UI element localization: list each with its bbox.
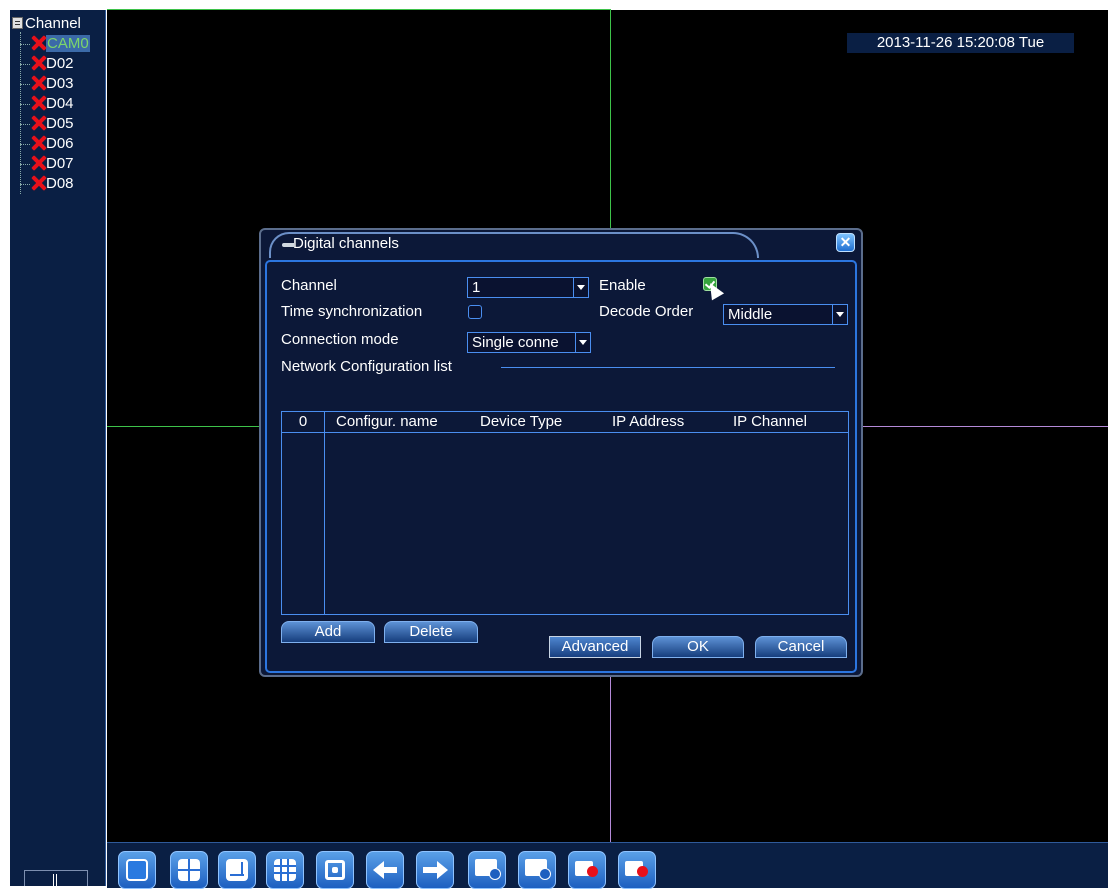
previous-button[interactable] [366, 851, 404, 889]
record-stop-button[interactable] [618, 851, 656, 889]
single-view-button[interactable] [118, 851, 156, 889]
section-divider [501, 367, 835, 368]
tree-item-label: CAM0 [46, 35, 90, 52]
stop-playback-button[interactable] [518, 851, 556, 889]
dialog-title-bar: Digital channels [269, 232, 759, 258]
grid-line-horizontal-right [863, 426, 1108, 427]
column-header-ip-channel: IP Channel [733, 413, 807, 430]
chevron-down-icon [832, 305, 847, 324]
time-sync-label: Time synchronization [281, 303, 423, 320]
tree-item-label: D05 [46, 115, 74, 132]
tree-item-d02[interactable]: D02 [20, 54, 74, 74]
column-header-device-type: Device Type [480, 413, 563, 430]
column-header-config-name: Configur. name [336, 413, 438, 430]
record-stop-icon [625, 861, 648, 877]
channel-tree-root-label: Channel [25, 15, 81, 32]
bottom-toolbar [107, 842, 1108, 889]
channel-label: Channel [281, 277, 337, 294]
multi-view-button[interactable] [218, 851, 256, 889]
disconnected-x-icon [30, 135, 46, 151]
disconnected-x-icon [30, 175, 46, 191]
disconnected-x-icon [30, 55, 46, 71]
delete-button[interactable]: Delete [384, 621, 478, 643]
channel-tree-panel: Channel CAM0 D02 D03 D04 D05 D06 D07 D08 [10, 10, 106, 887]
grid-line-vertical-lower [610, 677, 611, 842]
add-button[interactable]: Add [281, 621, 375, 643]
grid-line-top-left [107, 9, 611, 10]
disconnected-x-icon [30, 155, 46, 171]
fullscreen-button[interactable] [316, 851, 354, 889]
column-header-index: 0 [298, 413, 308, 430]
network-config-list-title: Network Configuration list [281, 358, 452, 375]
advanced-button[interactable]: Advanced [549, 636, 641, 658]
close-icon: ✕ [839, 234, 852, 250]
quad-view-icon [178, 859, 200, 881]
connection-mode-value: Single conne [472, 334, 559, 351]
tree-item-label: D07 [46, 155, 74, 172]
tree-item-label: D04 [46, 95, 74, 112]
digital-channels-dialog: Digital channels ✕ Channel 1 Enable Time… [259, 228, 863, 677]
network-config-table[interactable]: 0 Configur. name Device Type IP Address … [281, 411, 849, 615]
tree-item-d03[interactable]: D03 [20, 74, 74, 94]
playback-icon [475, 859, 501, 880]
decode-order-label: Decode Order [599, 303, 694, 320]
dialog-title: Digital channels [293, 235, 399, 252]
chevron-down-icon [573, 278, 588, 297]
tree-item-d06[interactable]: D06 [20, 134, 74, 154]
close-button[interactable]: ✕ [836, 233, 855, 252]
tree-item-d07[interactable]: D07 [20, 154, 74, 174]
disconnected-x-icon [30, 75, 46, 91]
record-start-button[interactable] [568, 851, 606, 889]
decode-order-select[interactable]: Middle [723, 304, 848, 325]
grid-line-vertical-upper [610, 10, 611, 232]
nine-grid-button[interactable] [266, 851, 304, 889]
nine-grid-icon [274, 859, 296, 881]
channel-tree-root[interactable]: Channel [12, 16, 81, 32]
connection-mode-select[interactable]: Single conne [467, 332, 591, 353]
chevron-down-icon [575, 333, 590, 352]
cancel-button[interactable]: Cancel [755, 636, 847, 658]
channel-select[interactable]: 1 [467, 277, 589, 298]
fullscreen-icon [325, 860, 345, 880]
time-sync-checkbox[interactable] [468, 305, 482, 319]
list-icon [12, 17, 23, 29]
dvr-screen: Channel CAM0 D02 D03 D04 D05 D06 D07 D08 [0, 0, 1108, 889]
record-start-icon [575, 861, 598, 877]
ok-button[interactable]: OK [652, 636, 744, 658]
connection-mode-label: Connection mode [281, 331, 399, 348]
next-button[interactable] [416, 851, 454, 889]
tree-item-d05[interactable]: D05 [20, 114, 74, 134]
channel-select-value: 1 [472, 279, 481, 296]
sidebar-scrollbar-handle[interactable] [24, 870, 88, 887]
tree-item-label: D06 [46, 135, 74, 152]
multi-view-icon [226, 859, 248, 881]
tree-item-label: D08 [46, 175, 74, 192]
quad-view-button[interactable] [170, 851, 208, 889]
column-header-ip-address: IP Address [612, 413, 685, 430]
disconnected-x-icon [30, 115, 46, 131]
disconnected-x-icon [30, 95, 46, 111]
playback-button[interactable] [468, 851, 506, 889]
tree-item-d04[interactable]: D04 [20, 94, 74, 114]
single-view-icon [126, 859, 148, 881]
grid-line-horizontal-left [107, 426, 259, 427]
disconnected-x-icon [30, 35, 46, 51]
timestamp-overlay: 2013-11-26 15:20:08 Tue [847, 33, 1074, 53]
enable-label: Enable [599, 277, 646, 294]
next-icon [437, 861, 448, 879]
dialog-body: Channel 1 Enable Time synchronization De… [265, 260, 857, 673]
tree-item-cam0[interactable]: CAM0 [20, 34, 90, 54]
stop-playback-icon [525, 859, 551, 880]
tree-item-label: D03 [46, 75, 74, 92]
tree-item-label: D02 [46, 55, 74, 72]
tree-item-d08[interactable]: D08 [20, 174, 74, 194]
decode-order-value: Middle [728, 306, 773, 323]
